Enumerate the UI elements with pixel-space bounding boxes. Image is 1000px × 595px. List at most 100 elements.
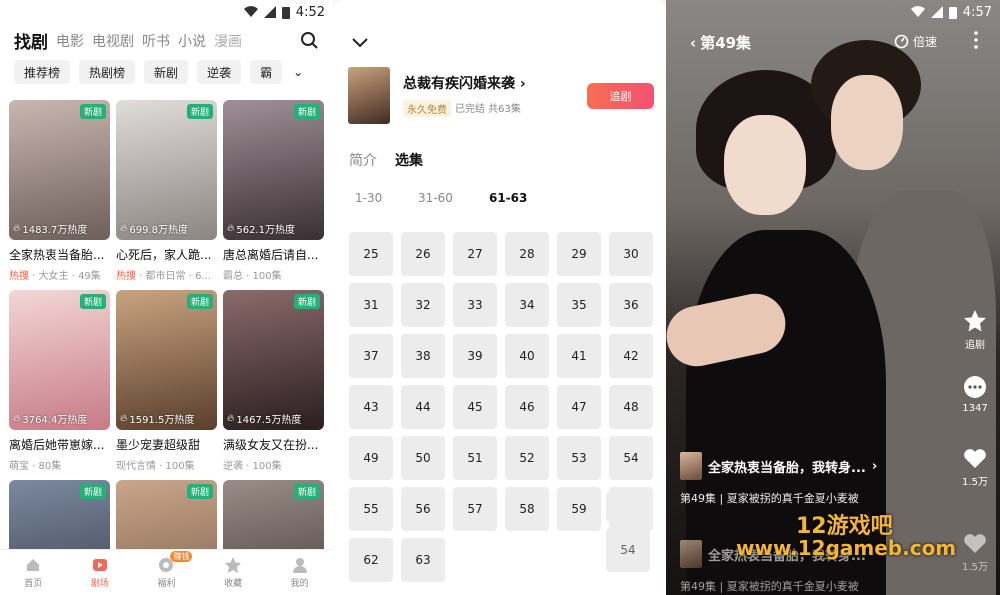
episode-cell[interactable]: 33 [453, 283, 497, 327]
episode-cell[interactable]: 52 [505, 436, 549, 480]
chips-expand-icon[interactable]: ⌄ [291, 60, 306, 84]
nav-item-profile[interactable]: 我的 [270, 556, 330, 589]
tab-episodes[interactable]: 选集 [395, 150, 423, 170]
drama-title[interactable]: 唐总离婚后请自... [223, 246, 324, 263]
action-like[interactable]: 1.5万 [962, 530, 988, 573]
drama-card[interactable]: 新剧 🔥︎ 1483.7万热度 全家热衷当备胎... 热搜 · 大女主 · 49集 [9, 100, 110, 282]
episode-cell[interactable]: 53 [557, 436, 601, 480]
episode-cell[interactable]: 57 [453, 487, 497, 531]
episode-cell[interactable]: 31 [349, 283, 393, 327]
episode-cell[interactable]: 44 [401, 385, 445, 429]
tab-audiobooks[interactable]: 听书 [142, 31, 170, 51]
drama-poster[interactable]: 新剧 🔥︎ 3764.4万热度 [9, 290, 110, 430]
chip-hot[interactable]: 热剧榜 [79, 60, 136, 84]
tab-tv-series[interactable]: 电视剧 [92, 31, 134, 51]
back-button[interactable]: ‹ 第49集 [690, 32, 751, 53]
nav-item-gift[interactable]: 福利 赚钱 [136, 551, 196, 589]
drama-title[interactable]: 总裁有疾闪婚来袭 › [403, 73, 526, 93]
drama-poster[interactable]: 新剧 🔥︎ 1591.5万热度 [116, 290, 217, 430]
action-label: 追剧 [965, 340, 985, 351]
episode-cell[interactable]: 39 [453, 334, 497, 378]
episode-cell[interactable]: 28 [505, 232, 549, 276]
action-comments[interactable]: 1347 [962, 375, 988, 414]
chip-recommended[interactable]: 推荐榜 [14, 60, 71, 84]
drama-meta: 萌宝 · 80集 [9, 461, 62, 472]
episode-cell[interactable]: 47 [557, 385, 601, 429]
drama-poster[interactable]: 新剧 🔥︎ 562.1万热度 [223, 100, 324, 240]
tab-intro[interactable]: 简介 [349, 150, 377, 170]
video-info[interactable]: 全家热衷当备胎，我转身... › 第49集 | 夏家被拐的真千金夏小麦被 [680, 452, 940, 506]
drama-poster[interactable]: 新剧 🔥︎ 1467.5万热度 [223, 290, 324, 430]
nav-item-star[interactable]: 收藏 [203, 556, 263, 589]
drama-thumbnail[interactable] [348, 67, 390, 124]
action-follow[interactable]: 追剧 [962, 308, 988, 351]
range-31-60[interactable]: 31-60 [418, 191, 489, 205]
episode-cell[interactable]: 37 [349, 334, 393, 378]
episode-cell[interactable]: 63 [401, 538, 445, 582]
collapse-chevron-icon[interactable] [351, 35, 369, 49]
episode-cell[interactable]: 51 [453, 436, 497, 480]
chip-new[interactable]: 新剧 [144, 60, 189, 84]
heat-count: 🔥︎ 3764.4万热度 [13, 413, 88, 426]
episode-cell[interactable]: 43 [349, 385, 393, 429]
episode-cell[interactable]: 35 [557, 283, 601, 327]
tab-find-drama[interactable]: 找剧 [14, 28, 48, 53]
tab-novels[interactable]: 小说 [178, 31, 206, 51]
episode-cell[interactable]: 59 [557, 487, 601, 531]
nav-item-theater[interactable]: 剧场 [70, 556, 130, 589]
episode-cell[interactable]: 46 [505, 385, 549, 429]
episode-cell[interactable]: 38 [401, 334, 445, 378]
episode-cell[interactable]: 40 [505, 334, 549, 378]
episode-cell[interactable]: 30 [609, 232, 653, 276]
action-like[interactable]: 1.5万 [962, 445, 988, 488]
episode-cell[interactable]: 56 [401, 487, 445, 531]
tab-movies[interactable]: 电影 [56, 31, 84, 51]
range-1-30[interactable]: 1-30 [355, 191, 418, 205]
flame-icon: 🔥︎ [120, 223, 128, 234]
chip-comeback[interactable]: 逆袭 [197, 60, 242, 84]
more-options-icon[interactable] [974, 31, 978, 49]
episode-cell[interactable]: 54 [609, 436, 653, 480]
drama-poster[interactable]: 新剧 🔥︎ 1483.7万热度 [9, 100, 110, 240]
drama-card[interactable]: 新剧 🔥︎ 1467.5万热度 满级女友又在扮... 逆袭 · 100集 [223, 290, 324, 472]
drama-poster[interactable]: 新剧 🔥︎ 699.8万热度 [116, 100, 217, 240]
episode-cell[interactable]: 29 [557, 232, 601, 276]
drama-grid: 新剧 🔥︎ 1483.7万热度 全家热衷当备胎... 热搜 · 大女主 · 49集 新… [9, 100, 327, 595]
drama-card[interactable]: 新剧 🔥︎ 1591.5万热度 墨少宠妻超级甜 现代言情 · 100集 [116, 290, 217, 472]
drama-card[interactable]: 新剧 🔥︎ 562.1万热度 唐总离婚后请自... 霸总 · 100集 [223, 100, 324, 282]
episode-cell[interactable]: 62 [349, 538, 393, 582]
range-61-63[interactable]: 61-63 [489, 191, 527, 205]
episode-cell[interactable]: 42 [609, 334, 653, 378]
episode-cell[interactable]: 48 [609, 385, 653, 429]
chip-ceo[interactable]: 霸 [250, 60, 283, 84]
episode-cell[interactable]: 49 [349, 436, 393, 480]
drama-title[interactable]: 满级女友又在扮... [223, 436, 324, 453]
drama-title[interactable]: 全家热衷当备胎... [9, 246, 110, 263]
chevron-right-icon: › [519, 76, 526, 92]
episode-cell[interactable]: 32 [401, 283, 445, 327]
episode-cell[interactable]: 45 [453, 385, 497, 429]
nav-item-home[interactable]: 首页 [3, 556, 63, 589]
episode-cell[interactable]: 36 [609, 283, 653, 327]
drama-title[interactable]: 墨少宠妻超级甜 [116, 436, 217, 453]
episode-cell[interactable]: 34 [505, 283, 549, 327]
show-title: 全家热衷当备胎，我转身... [708, 460, 866, 476]
search-icon[interactable] [299, 30, 319, 50]
tab-comics[interactable]: 漫画 [214, 31, 242, 51]
speed-button[interactable]: 倍速 [894, 33, 937, 50]
video-player-screen[interactable]: 4:57 ‹ 第49集 倍速 追剧 1347 1.5万 1.5万 全家热衷当备胎… [666, 0, 1000, 595]
ghost-episode-description: 第49集 | 夏家被拐的真千金夏小麦被 [680, 580, 859, 593]
episode-cell[interactable]: 55 [349, 487, 393, 531]
episode-cell[interactable]: 25 [349, 232, 393, 276]
follow-button[interactable]: 追剧 [587, 83, 654, 109]
drama-title[interactable]: 离婚后她带崽嫁... [9, 436, 110, 453]
episode-cell[interactable]: 26 [401, 232, 445, 276]
flame-icon: 🔥︎ [227, 413, 235, 424]
episode-cell[interactable]: 41 [557, 334, 601, 378]
episode-cell[interactable]: 50 [401, 436, 445, 480]
episode-cell[interactable]: 58 [505, 487, 549, 531]
drama-card[interactable]: 新剧 🔥︎ 699.8万热度 心死后，家人跪... 热搜 · 都市日常 · 6... [116, 100, 217, 282]
drama-title[interactable]: 心死后，家人跪... [116, 246, 217, 263]
episode-cell[interactable]: 27 [453, 232, 497, 276]
drama-card[interactable]: 新剧 🔥︎ 3764.4万热度离婚后她带崽嫁... 萌宝 · 80集 [9, 290, 110, 472]
